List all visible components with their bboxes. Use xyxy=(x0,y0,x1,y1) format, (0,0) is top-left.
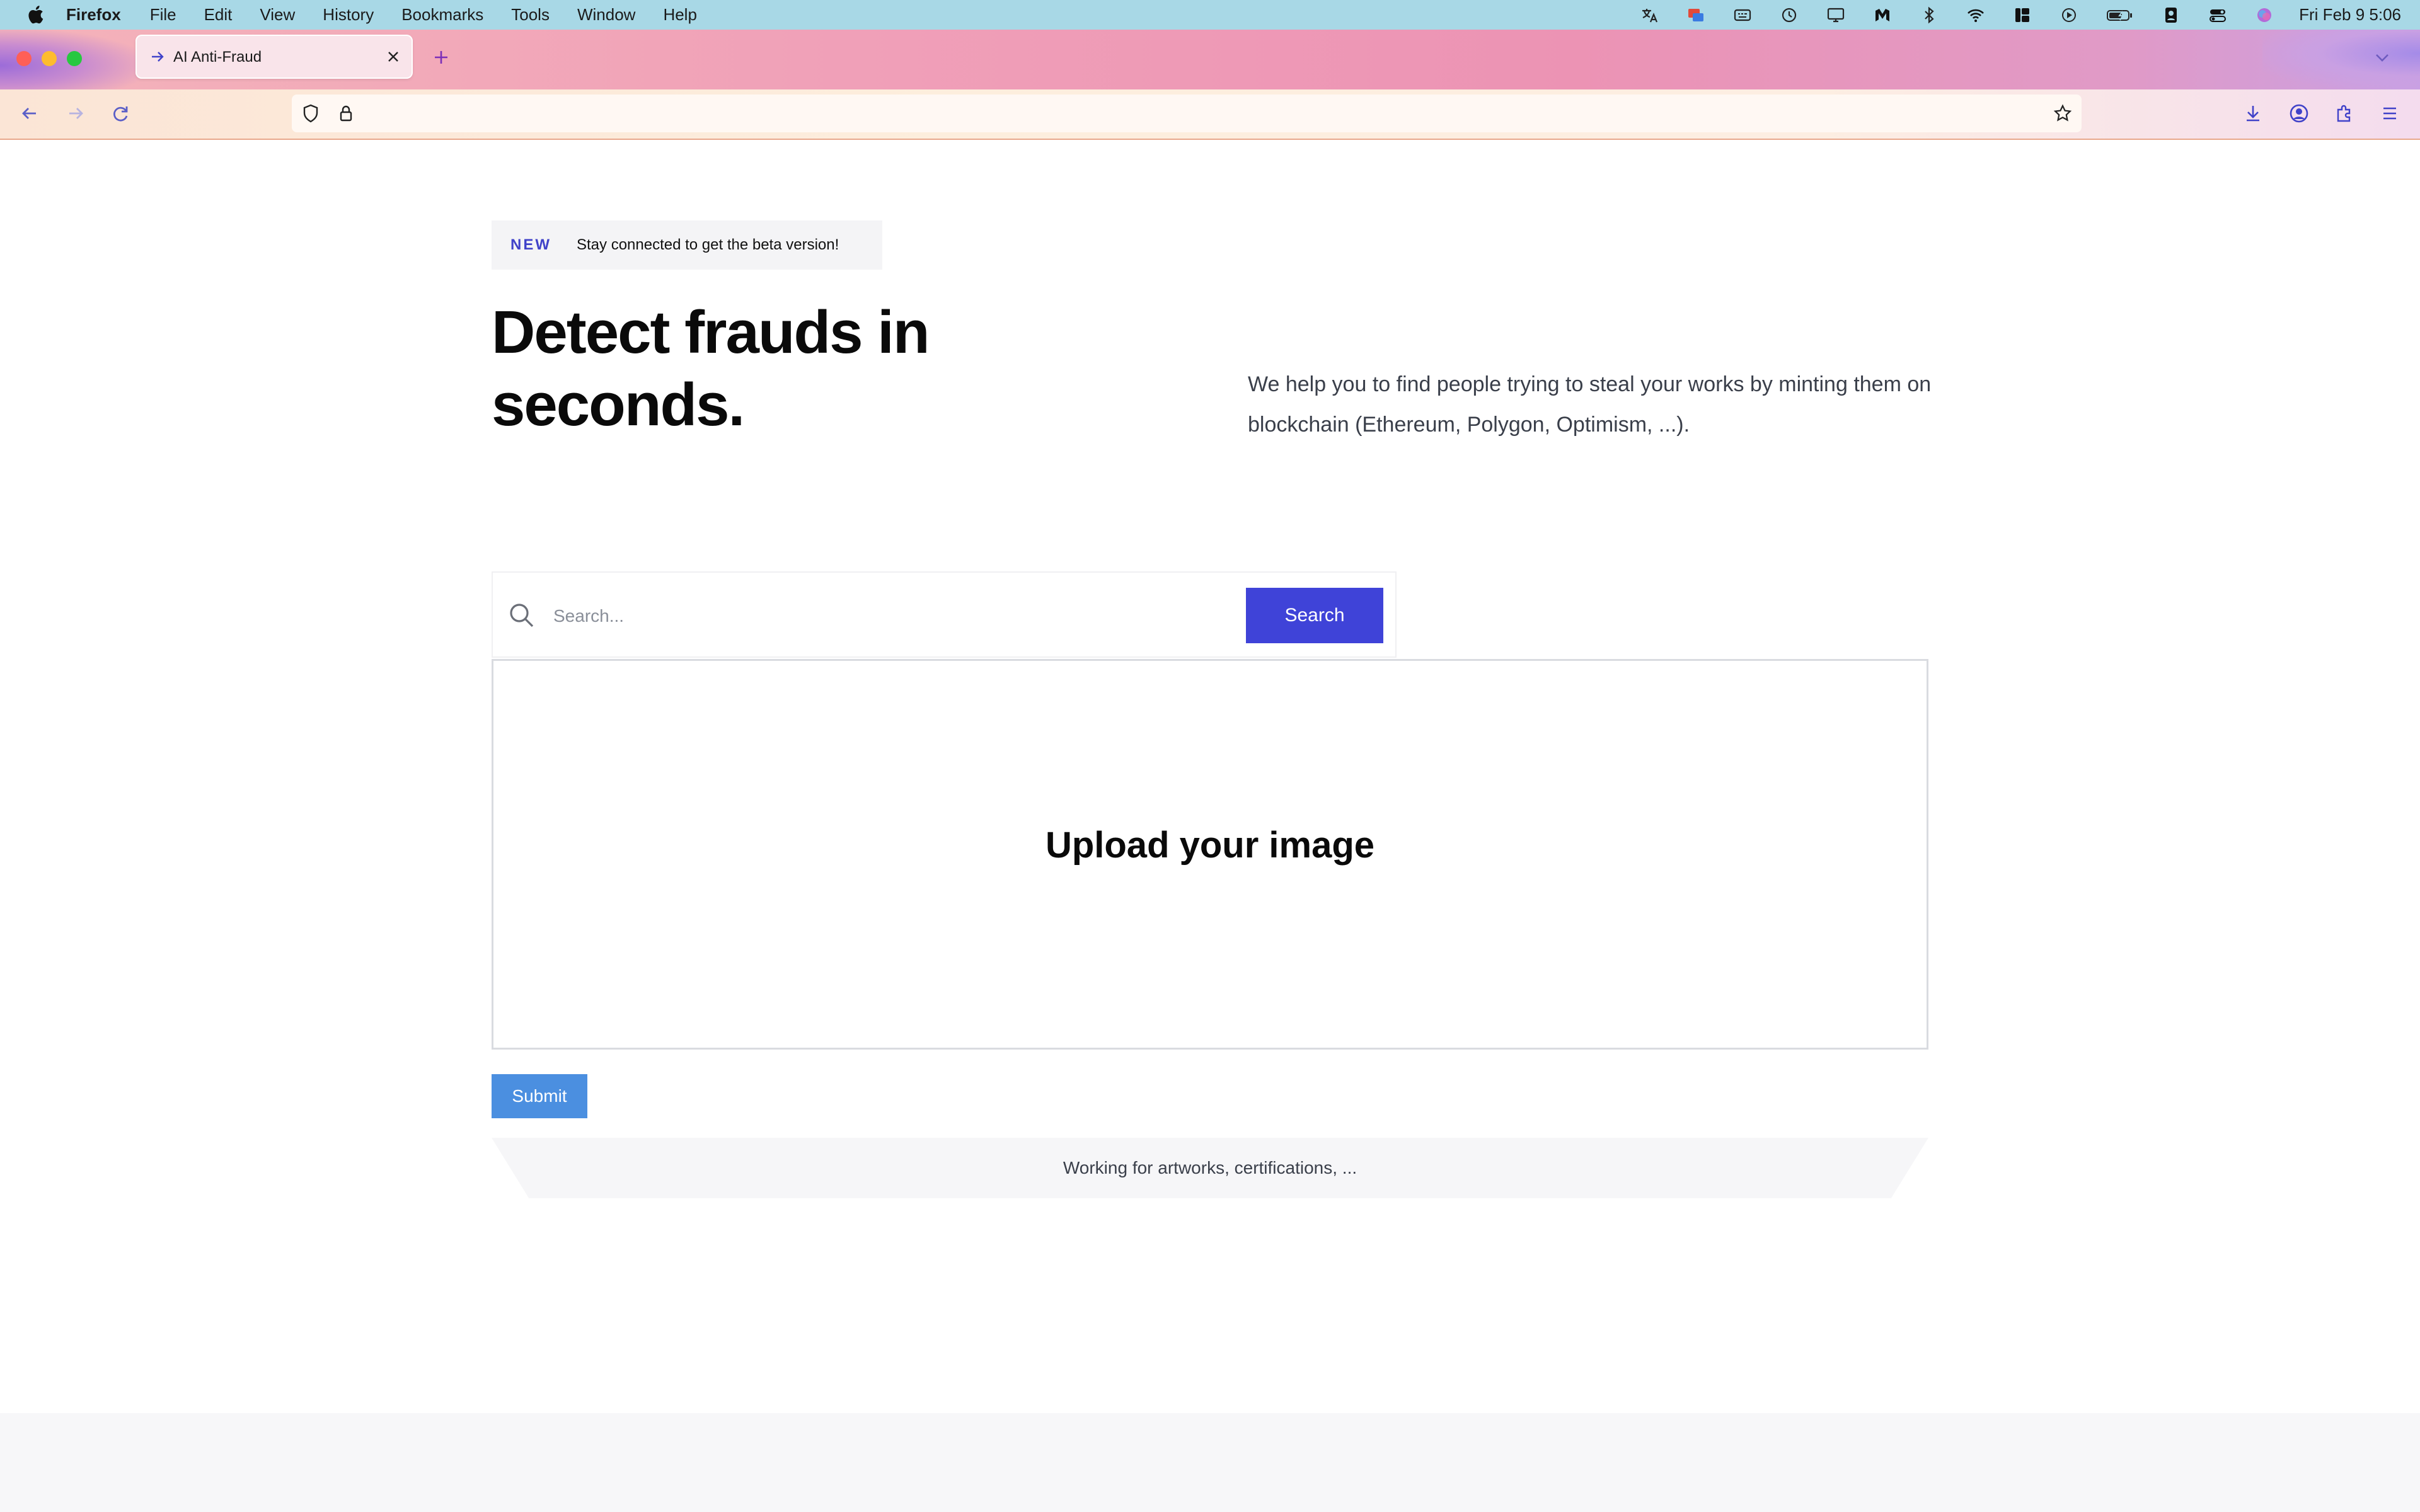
stage-manager-icon[interactable] xyxy=(2013,6,2032,25)
menu-bar-clock[interactable]: Fri Feb 9 5:06 xyxy=(2299,5,2401,25)
apple-logo-icon[interactable] xyxy=(25,4,44,25)
download-icon[interactable] xyxy=(2240,101,2266,126)
close-icon[interactable] xyxy=(383,46,404,67)
use-cases-text: Working for artworks, certifications, ..… xyxy=(1063,1158,1357,1177)
translate-icon[interactable] xyxy=(1640,6,1659,25)
bookmark-star-icon[interactable] xyxy=(2053,103,2073,123)
menu-file[interactable]: File xyxy=(150,5,176,25)
bluetooth-icon[interactable] xyxy=(1920,6,1939,25)
reload-icon[interactable] xyxy=(108,101,134,126)
user-icon[interactable] xyxy=(2162,6,2181,25)
browser-navigation-bar xyxy=(0,89,2420,140)
hero-title-line-1: Detect frauds in xyxy=(492,299,930,366)
siri-icon[interactable] xyxy=(2255,6,2274,25)
window-zoom-button[interactable] xyxy=(67,51,82,66)
image-upload-dropzone[interactable]: Upload your image xyxy=(492,659,1928,1050)
screen-share-icon[interactable] xyxy=(1686,6,1705,25)
lock-icon[interactable] xyxy=(336,103,356,123)
url-bar[interactable] xyxy=(292,94,2082,132)
announcement-text: Stay connected to get the beta version! xyxy=(577,236,839,253)
display-icon[interactable] xyxy=(1826,6,1845,25)
arrow-right-icon xyxy=(152,52,164,62)
forward-arrow-icon[interactable] xyxy=(63,101,88,126)
time-machine-icon[interactable] xyxy=(1780,6,1799,25)
menu-bookmarks[interactable]: Bookmarks xyxy=(401,5,483,25)
play-icon[interactable] xyxy=(2060,6,2078,25)
search-button[interactable]: Search xyxy=(1246,588,1383,643)
search-input[interactable] xyxy=(552,594,1216,638)
tracking-protection-shield-icon[interactable] xyxy=(301,103,321,123)
submit-button[interactable]: Submit xyxy=(492,1074,587,1118)
menu-help[interactable]: Help xyxy=(663,5,696,25)
hero-description: We help you to find people trying to ste… xyxy=(1248,372,1932,437)
tab-ai-anti-fraud[interactable]: AI Anti-Fraud xyxy=(135,35,413,79)
upload-label: Upload your image xyxy=(1045,824,1375,866)
search-bar: Search xyxy=(492,571,1397,658)
hero-title: Detect frauds in seconds. xyxy=(492,296,1059,441)
announcement-badge: NEW Stay connected to get the beta versi… xyxy=(492,220,882,270)
new-tag: NEW xyxy=(510,236,551,253)
extensions-puzzle-icon[interactable] xyxy=(2332,101,2357,126)
page-footer-band xyxy=(0,1413,2420,1512)
tab-title: AI Anti-Fraud xyxy=(173,49,262,66)
hero-title-line-2: seconds. xyxy=(492,371,745,438)
theme-decoration xyxy=(2262,30,2420,89)
back-arrow-icon[interactable] xyxy=(17,101,42,126)
use-cases-banner: Working for artworks, certifications, ..… xyxy=(492,1138,1928,1198)
hamburger-menu-icon[interactable] xyxy=(2377,101,2402,126)
new-tab-plus-icon[interactable] xyxy=(429,45,454,70)
input-source-icon[interactable] xyxy=(1733,6,1752,25)
menu-edit[interactable]: Edit xyxy=(204,5,233,25)
menu-window[interactable]: Window xyxy=(577,5,635,25)
window-minimize-button[interactable] xyxy=(42,51,57,66)
menu-view[interactable]: View xyxy=(260,5,295,25)
control-center-icon[interactable] xyxy=(2208,6,2227,25)
chevron-down-icon[interactable] xyxy=(2370,45,2395,70)
menu-app-firefox[interactable]: Firefox xyxy=(66,5,121,25)
malwarebytes-icon[interactable] xyxy=(1873,6,1892,25)
macos-menu-bar: Firefox File Edit View History Bookmarks… xyxy=(0,0,2420,30)
battery-icon[interactable] xyxy=(2106,6,2134,25)
search-icon xyxy=(510,604,534,627)
menu-history[interactable]: History xyxy=(323,5,374,25)
menu-tools[interactable]: Tools xyxy=(511,5,550,25)
menu-bar-status-area: Fri Feb 9 5:06 xyxy=(1612,0,2401,30)
window-close-button[interactable] xyxy=(16,51,32,66)
wifi-icon[interactable] xyxy=(1966,6,1985,25)
browser-tab-strip: AI Anti-Fraud xyxy=(0,30,2420,89)
account-icon[interactable] xyxy=(2286,101,2312,126)
